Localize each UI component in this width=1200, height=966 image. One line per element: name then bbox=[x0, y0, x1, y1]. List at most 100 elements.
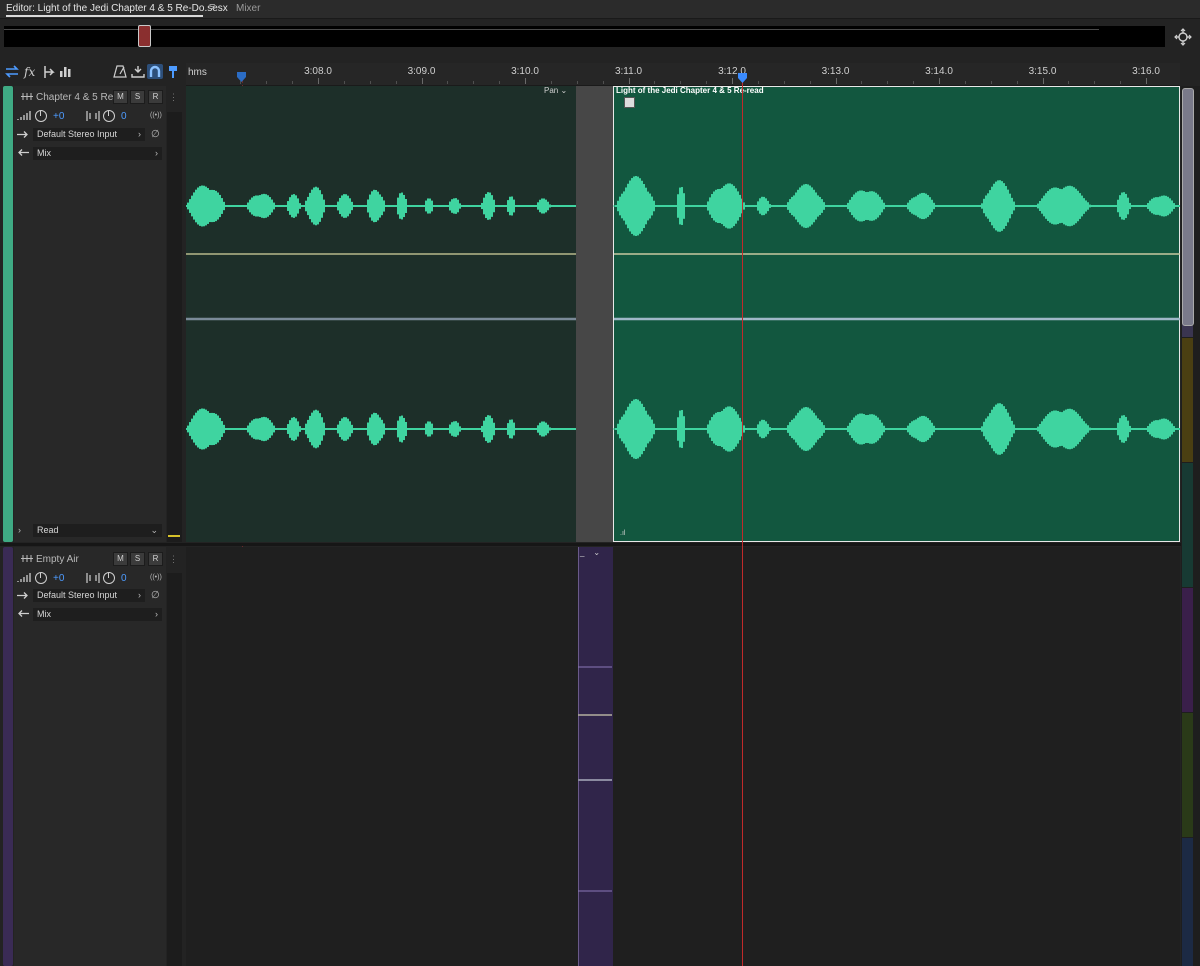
track-output-select[interactable]: Mix › bbox=[33, 147, 162, 160]
waveform-layer bbox=[186, 86, 1180, 542]
record-arm-button[interactable]: R bbox=[148, 90, 163, 104]
ruler-tick bbox=[939, 78, 940, 84]
pan-knob[interactable] bbox=[103, 572, 115, 584]
ruler-tick bbox=[318, 78, 319, 84]
chevron-right-icon: › bbox=[138, 590, 141, 600]
track-options-icon[interactable]: ⋮ bbox=[169, 92, 178, 103]
record-arm-button[interactable]: R bbox=[148, 552, 163, 566]
ruler-minor-tick bbox=[706, 81, 708, 84]
ruler-minor-tick bbox=[654, 81, 656, 84]
track-name[interactable]: Chapter 4 & 5 Rec bbox=[36, 92, 118, 103]
active-tab-underline bbox=[6, 15, 203, 17]
ruler-minor-tick bbox=[266, 81, 268, 84]
track-grip-icon[interactable] bbox=[20, 554, 34, 563]
ruler-minor-tick bbox=[809, 81, 811, 84]
ruler-minor-tick bbox=[602, 81, 604, 84]
empty-clip-envelopes bbox=[578, 666, 612, 892]
svg-text:fx: fx bbox=[23, 65, 35, 79]
input-monitor-icon[interactable] bbox=[130, 64, 146, 79]
expand-lanes-icon[interactable]: › bbox=[18, 525, 21, 535]
track-grip-icon[interactable] bbox=[20, 92, 34, 101]
track-lane[interactable] bbox=[186, 547, 1180, 966]
input-arrow-icon bbox=[17, 131, 28, 138]
track-options-icon[interactable]: ⋮ bbox=[169, 554, 178, 565]
track-overview-swatch bbox=[1182, 838, 1193, 966]
switch-arrows-icon[interactable] bbox=[4, 64, 20, 79]
track-input-select[interactable]: Default Stereo Input › bbox=[33, 589, 145, 602]
phase-invert-icon[interactable]: ∅ bbox=[151, 590, 160, 601]
pan-value[interactable]: 0 bbox=[121, 573, 127, 584]
track-divider[interactable] bbox=[0, 543, 1200, 546]
ruler-minor-tick bbox=[447, 81, 449, 84]
mute-button[interactable]: M bbox=[113, 90, 128, 104]
pan-value[interactable]: 0 bbox=[121, 111, 127, 122]
track-color-bar[interactable] bbox=[3, 86, 13, 542]
volume-knob[interactable] bbox=[35, 110, 47, 122]
track-overview-swatch bbox=[1182, 713, 1193, 837]
tab-menu-icon[interactable]: ≡ bbox=[209, 1, 215, 13]
phase-invert-icon[interactable]: ∅ bbox=[151, 129, 160, 140]
volume-knob[interactable] bbox=[35, 572, 47, 584]
input-arrow-icon bbox=[17, 592, 28, 599]
marker-pin-icon[interactable] bbox=[165, 64, 181, 79]
automation-mode-label: Read bbox=[37, 525, 59, 535]
ruler-minor-tick bbox=[292, 81, 294, 84]
volume-value[interactable]: +0 bbox=[53, 111, 64, 122]
navigator-waveform bbox=[4, 29, 1099, 30]
ruler-tick-label: 3:16.0 bbox=[1132, 66, 1160, 77]
send-routing-icon[interactable] bbox=[41, 64, 57, 79]
stereo-icon[interactable]: ((•)) bbox=[150, 574, 162, 581]
mute-button[interactable]: M bbox=[113, 552, 128, 566]
track-input-label: Default Stereo Input bbox=[37, 129, 118, 139]
pan-knob[interactable] bbox=[103, 110, 115, 122]
ruler-minor-tick bbox=[964, 81, 966, 84]
chevron-down-icon: ⌄ bbox=[150, 525, 158, 535]
playhead-line[interactable] bbox=[742, 73, 743, 966]
ruler-minor-tick bbox=[1094, 81, 1096, 84]
ruler-tick bbox=[628, 78, 630, 84]
track-output-label: Mix bbox=[37, 148, 51, 158]
vertical-scroll-thumb[interactable] bbox=[1182, 88, 1194, 326]
navigator-viewport-handle[interactable] bbox=[138, 25, 151, 47]
ruler-tick bbox=[732, 78, 733, 84]
solo-button[interactable]: S bbox=[130, 552, 145, 566]
ruler-minor-tick bbox=[343, 81, 345, 84]
ruler-tick bbox=[1042, 78, 1044, 84]
ruler-minor-tick bbox=[550, 81, 552, 84]
snap-magnet-icon[interactable] bbox=[147, 64, 163, 79]
waveform-channel-right bbox=[186, 399, 1180, 459]
track-name[interactable]: Empty Air bbox=[36, 554, 79, 565]
output-arrow-icon bbox=[18, 149, 29, 156]
chevron-right-icon: › bbox=[155, 148, 158, 158]
track-input-select[interactable]: Default Stereo Input › bbox=[33, 128, 145, 141]
ruler-minor-tick bbox=[680, 81, 682, 84]
ruler-tick-label: 3:15.0 bbox=[1028, 66, 1057, 77]
ruler-minor-tick bbox=[499, 81, 501, 84]
ruler-minor-tick bbox=[913, 81, 915, 84]
metronome-icon[interactable] bbox=[112, 64, 128, 79]
volume-icon bbox=[17, 111, 31, 120]
track-overview-swatch bbox=[1182, 338, 1193, 462]
playhead-marker[interactable] bbox=[738, 73, 747, 83]
time-format-label[interactable]: hms bbox=[188, 67, 207, 78]
zoom-to-fit-icon[interactable] bbox=[1173, 28, 1193, 46]
volume-value[interactable]: +0 bbox=[53, 573, 64, 584]
waveform-channel-left bbox=[186, 176, 1180, 236]
volume-icon bbox=[17, 573, 31, 582]
stereo-icon[interactable]: ((•)) bbox=[150, 112, 162, 119]
in-point-marker[interactable] bbox=[237, 72, 246, 82]
tab-editor[interactable]: Editor: Light of the Jedi Chapter 4 & 5 … bbox=[6, 3, 228, 14]
automation-mode-select[interactable]: Read ⌄ bbox=[33, 524, 162, 537]
track-overview-swatch bbox=[1182, 463, 1193, 587]
solo-button[interactable]: S bbox=[130, 90, 145, 104]
fx-icon[interactable]: fx bbox=[23, 64, 39, 79]
ruler-minor-tick bbox=[1068, 81, 1070, 84]
ruler-tick-label: 3:13.0 bbox=[821, 66, 850, 77]
ruler-minor-tick bbox=[369, 81, 371, 84]
track-color-bar[interactable] bbox=[3, 547, 13, 966]
eq-bars-icon[interactable] bbox=[58, 64, 74, 79]
ruler-minor-tick bbox=[1016, 81, 1018, 84]
track-output-select[interactable]: Mix › bbox=[33, 608, 162, 621]
tab-mixer[interactable]: Mixer bbox=[236, 3, 260, 14]
ruler-tick-label: 3:11.0 bbox=[614, 66, 643, 77]
